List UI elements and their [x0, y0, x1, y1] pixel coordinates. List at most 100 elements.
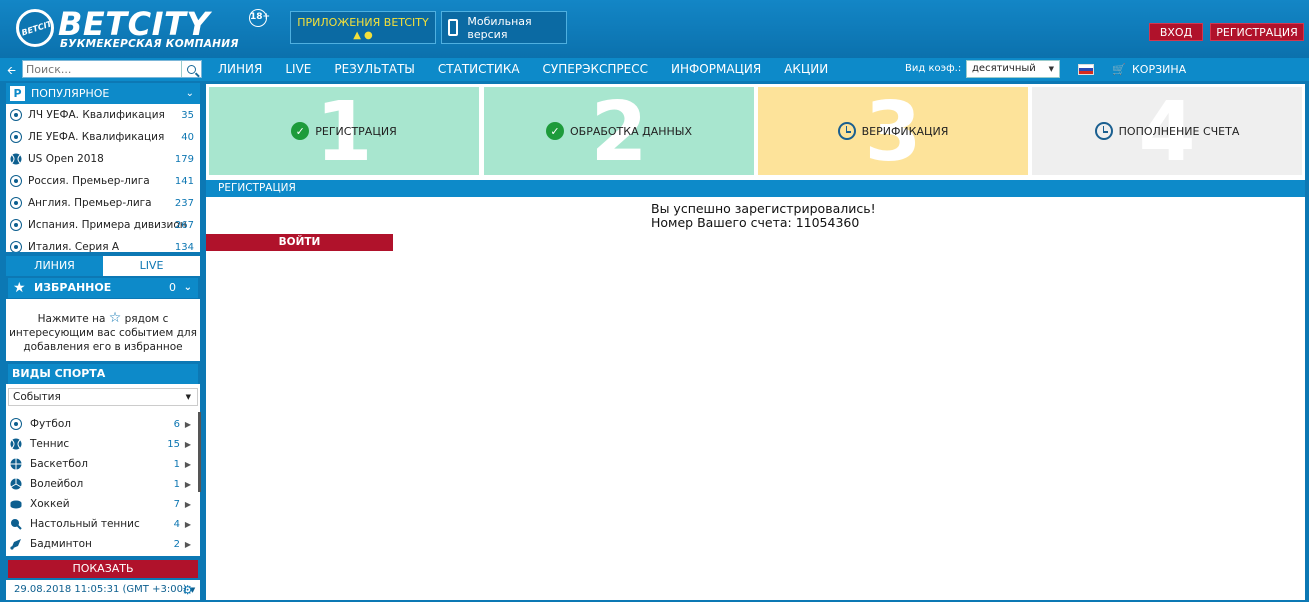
favorites-hint-3: интересующим вас событием для — [9, 327, 197, 339]
sport-item[interactable]: Теннис 15 ▶ — [6, 434, 200, 454]
list-item[interactable]: ЛЧ УЕФА. Квалификация 35 — [6, 104, 200, 126]
sport-item[interactable]: Настольный теннис 4 ▶ — [6, 514, 200, 534]
enter-button[interactable]: ВОЙТИ — [206, 234, 393, 251]
cart-label[interactable]: КОРЗИНА — [1132, 63, 1186, 76]
sport-item[interactable]: Бадминтон 2 ▶ — [6, 534, 200, 554]
dropdown-arrow-icon: ▼ — [1048, 65, 1054, 73]
apps-button[interactable]: ПРИЛОЖЕНИЯ BETCITY ▲ ● — [290, 11, 436, 44]
favorites-header[interactable]: ★ ИЗБРАННОЕ 0 ⌄ — [8, 278, 198, 298]
popular-header[interactable]: P ПОПУЛЯРНОЕ ⌄ — [6, 83, 200, 104]
sport-item[interactable]: Футбол 6 ▶ — [6, 414, 200, 434]
basketball-icon — [10, 458, 22, 470]
list-item-count: 237 — [174, 197, 194, 209]
list-item[interactable]: Испания. Примера дивизион 267 — [6, 214, 200, 236]
russian-flag-icon[interactable] — [1078, 64, 1094, 75]
registration-section-title: РЕГИСТРАЦИЯ — [206, 180, 1305, 197]
menu-item-live[interactable]: LIVE — [285, 58, 311, 81]
collapse-arrow-icon[interactable]: 🡨 — [7, 62, 16, 81]
sport-count: 6 — [173, 418, 180, 430]
list-item-label: US Open 2018 — [28, 153, 104, 165]
age-badge: 18+ — [249, 9, 270, 27]
menu-item-results[interactable]: РЕЗУЛЬТАТЫ — [334, 58, 415, 81]
cart-icon[interactable]: 🛒 — [1112, 63, 1126, 76]
list-item-label: ЛЕ УЕФА. Квалификация — [28, 131, 165, 143]
events-select[interactable]: События ▼ — [8, 388, 198, 406]
arrow-right-icon: ▶ — [184, 499, 191, 509]
search-input[interactable] — [23, 61, 179, 77]
list-item-label: Англия. Премьер-лига — [28, 197, 152, 209]
check-circle-icon: ✓ — [291, 122, 310, 140]
datetime-value[interactable]: 29.08.2018 11:05:31 (GMT +3:00) — [14, 584, 187, 595]
sport-item[interactable]: Хоккей 7 ▶ — [6, 494, 200, 514]
phone-icon — [448, 19, 459, 36]
success-line: Вы успешно зарегистрировались! — [651, 201, 876, 216]
sport-item[interactable]: Баскетбол 1 ▶ — [6, 454, 200, 474]
coef-select[interactable]: десятичный ▼ — [966, 60, 1060, 78]
navbar: 🡨 ЛИНИЯ LIVE РЕЗУЛЬТАТЫ СТАТИСТИКА СУПЕР… — [0, 58, 1309, 81]
menu-item-promotions[interactable]: АКЦИИ — [784, 58, 828, 81]
list-item-count: 141 — [174, 175, 194, 187]
sport-count: 1 — [173, 478, 180, 490]
arrow-right-icon: ▶ — [184, 459, 191, 469]
coef-value: десятичный — [972, 63, 1036, 74]
arrow-right-icon: ▶ — [184, 539, 191, 549]
favorites-hint-1: Нажмите на — [37, 313, 106, 325]
sports-header: ВИДЫ СПОРТА — [8, 364, 198, 384]
soccer-ball-icon — [10, 109, 22, 121]
soccer-ball-icon — [10, 219, 22, 231]
success-message: Вы успешно зарегистрировались! Номер Ваш… — [651, 202, 876, 230]
volleyball-icon — [10, 478, 22, 490]
sport-count: 1 — [173, 458, 180, 470]
arrow-right-icon: ▶ — [184, 439, 191, 449]
menu-item-superexpress[interactable]: СУПЕРЭКСПРЕСС — [543, 58, 648, 81]
list-item-count: 179 — [174, 153, 194, 165]
search-button[interactable] — [181, 61, 201, 77]
search-box — [22, 60, 202, 78]
favorites-hint-4: добавления его в избранное — [23, 341, 183, 353]
sport-label: Хоккей — [30, 498, 70, 510]
tab-line[interactable]: ЛИНИЯ — [6, 256, 103, 276]
menu-item-information[interactable]: ИНФОРМАЦИЯ — [671, 58, 761, 81]
favorites-count: 0 — [169, 281, 176, 294]
popular-title: ПОПУЛЯРНОЕ — [31, 87, 110, 100]
step-label: ОБРАБОТКА ДАННЫХ — [569, 124, 693, 138]
menu-item-line[interactable]: ЛИНИЯ — [218, 58, 262, 81]
logo-tagline: БУКМЕКЕРСКАЯ КОМПАНИЯ — [60, 38, 239, 50]
list-item[interactable]: Англия. Премьер-лига 237 — [6, 192, 200, 214]
logo[interactable]: BETCITY BETCITY БУКМЕКЕРСКАЯ КОМПАНИЯ 18… — [16, 5, 270, 52]
show-button[interactable]: ПОКАЗАТЬ — [8, 560, 198, 578]
clock-icon — [837, 122, 856, 140]
sport-label: Баскетбол — [30, 458, 88, 470]
tennis-ball-icon — [10, 438, 22, 450]
list-item[interactable]: ЛЕ УЕФА. Квалификация 40 — [6, 126, 200, 148]
sidebar-scrollbar[interactable] — [198, 412, 201, 492]
tab-live[interactable]: LIVE — [103, 256, 200, 276]
list-item[interactable]: US Open 2018 179 — [6, 148, 200, 170]
favorites-hint: Нажмите на ☆ рядом с интересующим вас со… — [6, 299, 200, 361]
list-item[interactable]: Италия. Серия А 134 — [6, 236, 200, 252]
register-button[interactable]: РЕГИСТРАЦИЯ — [1210, 23, 1304, 41]
shuttlecock-icon — [10, 539, 21, 550]
mobile-version-button[interactable]: Мобильная версия — [441, 11, 567, 44]
sport-label: Бадминтон — [30, 538, 92, 550]
logo-ball-icon: BETCITY — [16, 9, 54, 47]
sport-count: 2 — [173, 538, 180, 550]
ping-pong-paddle-icon — [11, 519, 22, 530]
step-registration: 1 ✓ РЕГИСТРАЦИЯ — [209, 87, 479, 175]
popular-list: ЛЧ УЕФА. Квалификация 35 ЛЕ УЕФА. Квалиф… — [6, 104, 200, 252]
android-apple-icon: ▲ ● — [353, 30, 373, 41]
list-item-count: 267 — [174, 219, 194, 231]
sport-label: Волейбол — [30, 478, 84, 490]
datetime-bar: 29.08.2018 11:05:31 (GMT +3:00) ▼ ⚙ — [6, 580, 200, 600]
sport-item[interactable]: Волейбол 1 ▶ — [6, 474, 200, 494]
soccer-ball-icon — [10, 197, 22, 209]
list-item-label: ЛЧ УЕФА. Квалификация — [28, 109, 165, 121]
list-item[interactable]: Россия. Премьер-лига 141 — [6, 170, 200, 192]
soccer-ball-icon — [10, 241, 22, 252]
login-button[interactable]: ВХОД — [1149, 23, 1203, 41]
gear-icon[interactable]: ⚙ — [182, 580, 193, 600]
mobile-version-label: Мобильная версия — [467, 14, 532, 41]
favorites-title: ИЗБРАННОЕ — [34, 281, 112, 294]
arrow-right-icon: ▶ — [184, 519, 191, 529]
menu-item-statistics[interactable]: СТАТИСТИКА — [438, 58, 520, 81]
